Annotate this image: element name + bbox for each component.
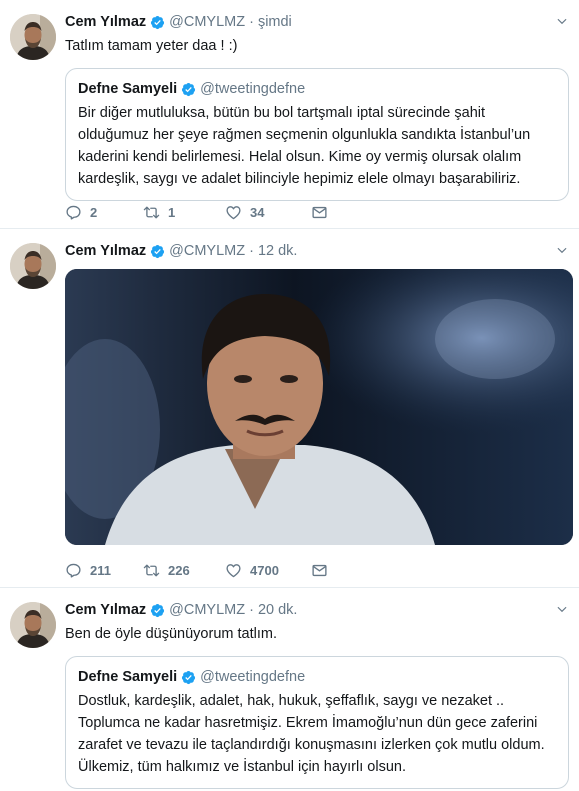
quoted-author-handle: @tweetingdefne [200, 669, 306, 685]
chevron-down-icon[interactable] [555, 602, 569, 616]
author-name[interactable]: Cem Yılmaz [65, 602, 146, 618]
quoted-tweet-text: Bir diğer mutluluksa, bütün bu bol tartş… [78, 105, 531, 187]
reply-button[interactable]: 211 [65, 562, 143, 579]
like-button[interactable]: 34 [225, 204, 311, 221]
reply-count: 2 [90, 204, 98, 220]
tweet-3[interactable]: Cem Yılmaz @CMYLMZ · 20 dk. Ben de öyle … [0, 588, 579, 791]
avatar[interactable] [10, 243, 56, 289]
separator-dot: · [249, 14, 254, 30]
avatar-image [10, 602, 56, 648]
chevron-down-icon[interactable] [555, 243, 569, 257]
timestamp[interactable]: şimdi [258, 14, 292, 30]
author-handle[interactable]: @CMYLMZ [169, 602, 245, 618]
separator-dot: · [249, 602, 254, 618]
tweet-header: Cem Yılmaz @CMYLMZ · 20 dk. [65, 600, 569, 620]
tweet-2[interactable]: Cem Yılmaz @CMYLMZ · 12 dk. 211 226 4700 [0, 229, 579, 588]
quoted-tweet-text: Dostluk, kardeşlik, adalet, hak, hukuk, … [78, 693, 545, 775]
tweet-1[interactable]: Cem Yılmaz @CMYLMZ · şimdi Tatlım tamam … [0, 0, 579, 229]
direct-message-button[interactable] [311, 204, 328, 221]
tweet-text: Ben de öyle düşünüyorum tatlım. [65, 626, 277, 642]
tweet-photo[interactable] [65, 269, 573, 545]
quoted-tweet[interactable]: Defne Samyeli @tweetingdefne Bir diğer m… [65, 68, 569, 201]
quoted-author-name: Defne Samyeli [78, 81, 178, 97]
retweet-icon [143, 204, 160, 221]
quoted-author-handle: @tweetingdefne [200, 81, 306, 97]
retweet-button[interactable]: 226 [143, 562, 225, 579]
reply-count: 211 [90, 562, 111, 578]
retweet-count: 226 [168, 562, 190, 578]
quoted-tweet-header: Defne Samyeli @tweetingdefne [78, 79, 556, 99]
separator-dot: · [249, 243, 254, 259]
retweet-count: 1 [168, 204, 176, 220]
reply-icon [65, 204, 82, 221]
timestamp[interactable]: 20 dk. [258, 602, 298, 618]
quoted-tweet[interactable]: Defne Samyeli @tweetingdefne Dostluk, ka… [65, 656, 569, 789]
like-button[interactable]: 4700 [225, 562, 311, 579]
quoted-tweet-header: Defne Samyeli @tweetingdefne [78, 667, 556, 687]
verified-badge-icon [150, 15, 165, 30]
reply-icon [65, 562, 82, 579]
verified-badge-icon [181, 670, 196, 685]
author-handle[interactable]: @CMYLMZ [169, 14, 245, 30]
mail-icon [311, 562, 328, 579]
author-handle[interactable]: @CMYLMZ [169, 243, 245, 259]
mail-icon [311, 204, 328, 221]
tweet-header: Cem Yılmaz @CMYLMZ · şimdi [65, 12, 569, 32]
tweet-actions: 211 226 4700 [65, 560, 328, 580]
direct-message-button[interactable] [311, 562, 328, 579]
tweet-actions: 2 1 34 [65, 202, 328, 222]
verified-badge-icon [150, 603, 165, 618]
like-count: 4700 [250, 562, 279, 578]
avatar-image [10, 14, 56, 60]
like-icon [225, 204, 242, 221]
avatar[interactable] [10, 14, 56, 60]
tweet-text: Tatlım tamam yeter daa ! :) [65, 38, 238, 54]
timestamp[interactable]: 12 dk. [258, 243, 298, 259]
verified-badge-icon [181, 82, 196, 97]
author-name[interactable]: Cem Yılmaz [65, 243, 146, 259]
chevron-down-icon[interactable] [555, 14, 569, 28]
author-name[interactable]: Cem Yılmaz [65, 14, 146, 30]
reply-button[interactable]: 2 [65, 204, 143, 221]
like-icon [225, 562, 242, 579]
avatar-image [10, 243, 56, 289]
photo-image [65, 269, 573, 545]
retweet-button[interactable]: 1 [143, 204, 225, 221]
avatar[interactable] [10, 602, 56, 648]
verified-badge-icon [150, 244, 165, 259]
quoted-author-name: Defne Samyeli [78, 669, 178, 685]
tweet-header: Cem Yılmaz @CMYLMZ · 12 dk. [65, 241, 569, 261]
retweet-icon [143, 562, 160, 579]
like-count: 34 [250, 204, 265, 220]
